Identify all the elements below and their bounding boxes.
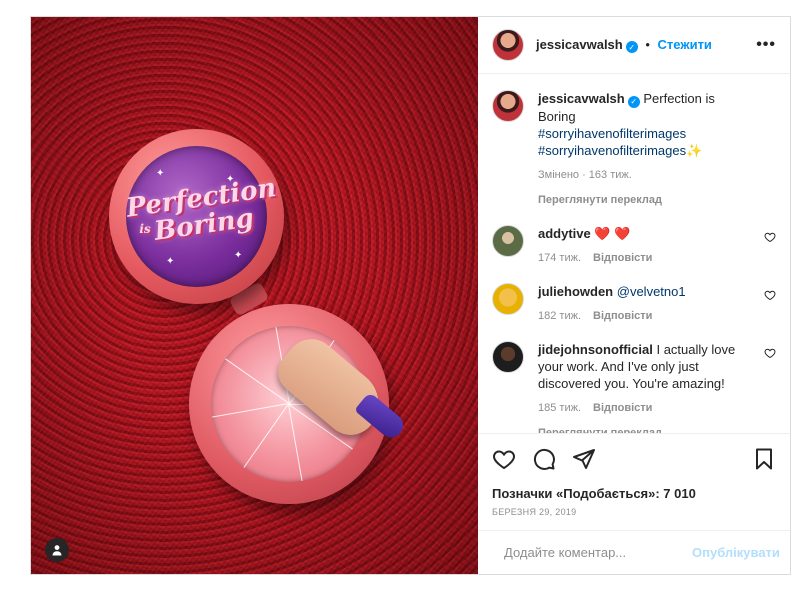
- see-translation-link[interactable]: Переглянути переклад: [538, 192, 756, 209]
- hashtag-link[interactable]: #sorryihavenofilterimages: [538, 143, 686, 158]
- share-paper-plane-icon[interactable]: [572, 447, 596, 471]
- more-options-icon[interactable]: •••: [756, 36, 776, 54]
- comment-username[interactable]: juliehowden: [538, 284, 613, 299]
- like-comment-heart-icon[interactable]: [764, 289, 776, 301]
- follow-button[interactable]: Стежити: [658, 37, 712, 52]
- like-comment-heart-icon[interactable]: [764, 231, 776, 243]
- avatar[interactable]: [492, 340, 524, 373]
- user-tags-button[interactable]: [45, 538, 69, 562]
- list-item: jidejohnsonofficial I actually love your…: [492, 340, 776, 434]
- sparkle-icon: ✦: [166, 256, 175, 267]
- caption-meta: Змінено · 163 тиж.: [538, 168, 632, 181]
- reply-button[interactable]: Відповісти: [593, 400, 652, 417]
- compact-lid-lettering: Perfection isBoring: [124, 172, 279, 247]
- avatar[interactable]: [492, 282, 524, 315]
- avatar[interactable]: [492, 90, 524, 122]
- comment-text: ❤️ ❤️: [594, 225, 631, 241]
- comment-bubble-icon[interactable]: [532, 447, 556, 471]
- see-translation-link[interactable]: Переглянути переклад: [538, 425, 756, 434]
- reply-button[interactable]: Відповісти: [593, 308, 652, 325]
- like-comment-heart-icon[interactable]: [764, 347, 776, 359]
- sparkle-icon: ✦: [156, 168, 165, 179]
- person-icon: [52, 545, 62, 556]
- comment-username[interactable]: jidejohnsonofficial: [538, 342, 653, 357]
- avatar[interactable]: [492, 29, 524, 61]
- publish-button[interactable]: Опублікувати: [692, 545, 780, 560]
- reply-button[interactable]: Відповісти: [593, 250, 652, 267]
- post-sidebar: jessicavwalsh ✓ • Стежити ••• jessicavwal…: [478, 17, 790, 574]
- likes-count[interactable]: Позначки «Подобається»: 7 010: [492, 486, 776, 501]
- comment-time: 185 тиж.: [538, 401, 582, 414]
- comment-username[interactable]: addytive: [538, 226, 591, 241]
- separator-dot: •: [645, 36, 650, 52]
- list-item: juliehowden @velvetno1 182 тиж. Відповіс…: [492, 282, 776, 325]
- mention-link[interactable]: @velvetno1: [617, 284, 686, 299]
- comment-time: 182 тиж.: [538, 309, 582, 322]
- like-heart-icon[interactable]: [492, 447, 516, 471]
- verified-badge-icon: ✓: [627, 95, 640, 108]
- header-username[interactable]: jessicavwalsh: [536, 37, 623, 52]
- avatar[interactable]: [492, 224, 524, 257]
- caption-username[interactable]: jessicavwalsh: [538, 91, 625, 106]
- post-image[interactable]: ✦ ✦ ✦ ✦ Perfection isBoring: [31, 17, 478, 574]
- caption: jessicavwalsh ✓ Perfection is Boring #sor…: [492, 90, 776, 209]
- list-item: addytive ❤️ ❤️ 174 тиж. Відповісти: [492, 224, 776, 267]
- verified-badge-icon: ✓: [625, 41, 638, 54]
- post-date[interactable]: БЕРЕЗНЯ 29, 2019: [492, 507, 776, 517]
- bookmark-icon[interactable]: [752, 447, 776, 471]
- post-actions: Позначки «Подобається»: 7 010 БЕРЕЗНЯ 29…: [478, 433, 790, 530]
- comment-input[interactable]: [504, 545, 680, 560]
- sparkles-emoji: ✨: [686, 142, 703, 158]
- comment-time: 174 тиж.: [538, 251, 582, 264]
- sparkle-icon: ✦: [234, 250, 243, 261]
- post-header: jessicavwalsh ✓ • Стежити •••: [478, 17, 790, 74]
- comment-composer: Опублікувати: [478, 530, 790, 574]
- compact-lid: ✦ ✦ ✦ ✦ Perfection isBoring: [109, 129, 284, 304]
- post-dialog: ✦ ✦ ✦ ✦ Perfection isBoring jessicavwals…: [30, 16, 791, 575]
- comments-list[interactable]: jessicavwalsh ✓ Perfection is Boring #sor…: [478, 74, 790, 433]
- hashtag-link[interactable]: #sorryihavenofilterimages: [538, 126, 686, 141]
